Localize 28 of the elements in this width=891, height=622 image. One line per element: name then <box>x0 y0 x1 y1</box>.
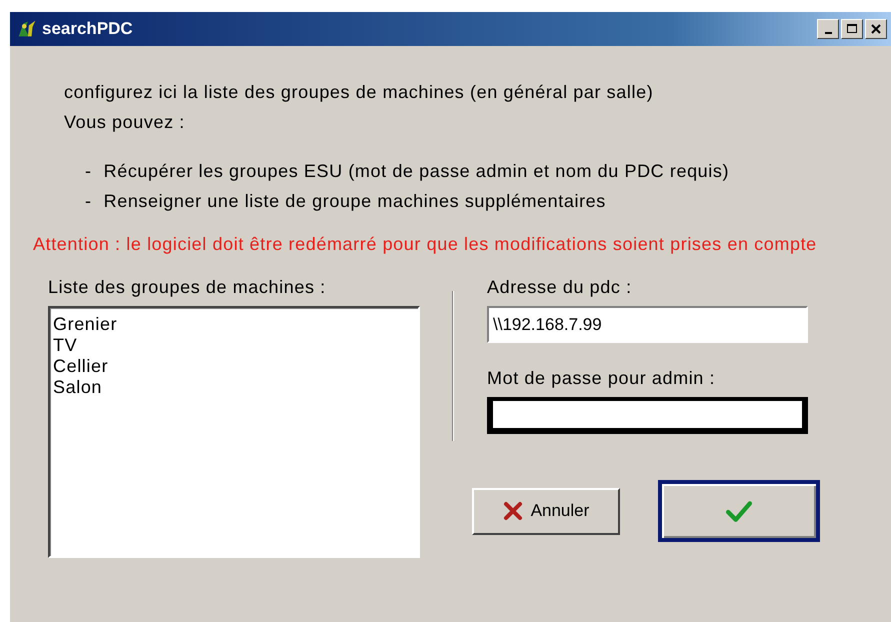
list-item[interactable]: Grenier <box>53 314 415 335</box>
password-field[interactable] <box>487 397 808 434</box>
window-title: searchPDC <box>42 19 133 39</box>
list-item[interactable]: Salon <box>53 377 415 398</box>
instruction-text: Vous pouvez : <box>64 112 186 133</box>
maximize-button[interactable] <box>841 19 863 39</box>
maximize-icon <box>846 23 858 35</box>
cancel-button[interactable]: Annuler <box>472 488 620 534</box>
close-button[interactable] <box>865 19 887 39</box>
list-item[interactable]: TV <box>53 335 415 356</box>
list-label: Liste des groupes de machines : <box>48 277 327 298</box>
minimize-icon <box>824 32 832 34</box>
address-field[interactable]: \\192.168.7.99 <box>487 306 808 343</box>
bullet-mark: - <box>85 191 92 212</box>
minimize-button[interactable] <box>817 19 839 39</box>
cross-icon <box>502 501 523 521</box>
password-label: Mot de passe pour admin : <box>487 368 716 389</box>
ok-button[interactable] <box>658 480 820 542</box>
close-icon <box>870 23 882 35</box>
group-list[interactable]: Grenier TV Cellier Salon <box>48 306 420 558</box>
warning-text: Attention : le logiciel doit être redémarré pour que les modifications soient prises en compte <box>33 234 818 255</box>
bullet-text: Récupérer les groupes ESU (mot de passe admin et nom du PDC requis) <box>104 161 730 182</box>
instruction-text: configurez ici la liste des groupes de machines (en général par salle) <box>64 82 654 103</box>
list-item[interactable]: Cellier <box>53 356 415 377</box>
address-label: Adresse du pdc : <box>487 277 633 298</box>
checkmark-icon <box>726 500 752 522</box>
bullet-mark: - <box>85 161 92 182</box>
bullet-text: Renseigner une liste de groupe machines supplémentaires <box>104 191 606 212</box>
